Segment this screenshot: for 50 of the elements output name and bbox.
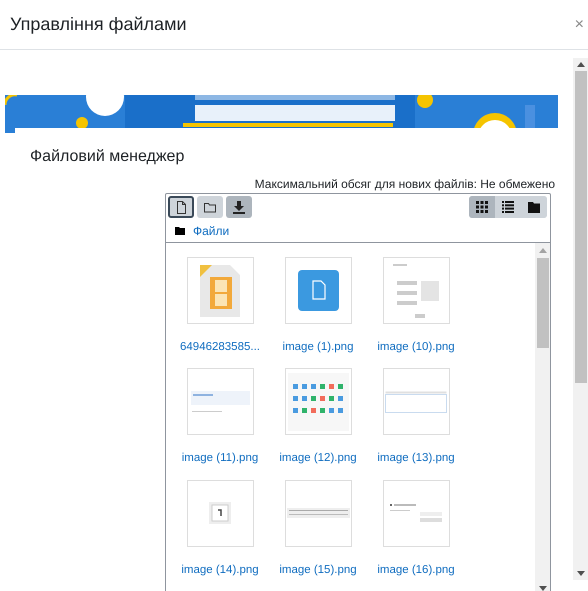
thumbnail-drawing — [298, 270, 338, 311]
file-name-link[interactable]: 64946283585... — [180, 339, 260, 356]
breadcrumb-link[interactable]: Файли — [193, 222, 230, 240]
file-thumbnail[interactable] — [186, 257, 254, 324]
folder-button[interactable] — [197, 196, 223, 218]
file-name-link[interactable]: image (14).png — [181, 562, 259, 579]
thumbnail-drawing — [393, 264, 439, 318]
file-name-link[interactable]: image (1).png — [282, 339, 354, 356]
file-thumbnail[interactable] — [382, 480, 450, 546]
file-name-link[interactable]: image (16).png — [377, 562, 455, 579]
file-thumbnail[interactable] — [382, 368, 450, 436]
close-button[interactable]: × — [574, 16, 584, 32]
file-name-link[interactable]: image (15).png — [279, 562, 357, 579]
file-icon — [175, 200, 187, 214]
list-view-icon — [502, 201, 514, 213]
file-name-link[interactable]: image (11).png — [182, 450, 258, 468]
grid-view-button[interactable] — [469, 196, 495, 218]
scrollbar[interactable] — [535, 243, 550, 591]
file-thumbnail[interactable] — [382, 257, 450, 324]
scroll-down-icon[interactable] — [538, 586, 546, 591]
file-name-link[interactable]: image (13).png — [377, 450, 455, 468]
folder-icon — [204, 200, 216, 214]
scroll-down-icon[interactable] — [576, 571, 584, 576]
thumbnail-drawing — [200, 264, 240, 316]
file-thumbnail[interactable] — [186, 368, 254, 436]
thumbnail-drawing — [286, 508, 350, 518]
dialog-title: Управління файлами — [10, 13, 186, 36]
section-title: Файловий менеджер — [29, 147, 186, 167]
scroll-up-icon[interactable] — [576, 62, 584, 67]
thumbnail-drawing — [209, 502, 231, 524]
download-button[interactable] — [226, 196, 252, 218]
file-thumbnail[interactable] — [284, 257, 352, 324]
max-size-text: Максимальний обсяг для нових файлів: Не обмежено — [254, 176, 555, 193]
file-button[interactable] — [168, 196, 194, 218]
file-thumbnail[interactable] — [186, 480, 254, 546]
scrollbar-thumb[interactable] — [536, 258, 548, 348]
folder-icon — [528, 201, 540, 213]
thumbnail-drawing — [288, 372, 348, 431]
grid-view-icon — [476, 201, 488, 213]
thumbnail-drawing — [390, 504, 442, 522]
thumbnail-drawing — [190, 391, 250, 412]
scrollbar-thumb[interactable] — [574, 71, 586, 383]
thumbnail-drawing — [385, 390, 447, 413]
file-name-link[interactable]: image (10).png — [377, 339, 455, 356]
file-thumbnail[interactable] — [284, 368, 352, 436]
file-name-link[interactable]: image (12).png — [279, 450, 357, 468]
folder-icon — [175, 227, 185, 235]
file-thumbnail[interactable] — [284, 480, 352, 546]
scrollbar[interactable] — [573, 58, 588, 580]
download-icon — [233, 200, 245, 214]
